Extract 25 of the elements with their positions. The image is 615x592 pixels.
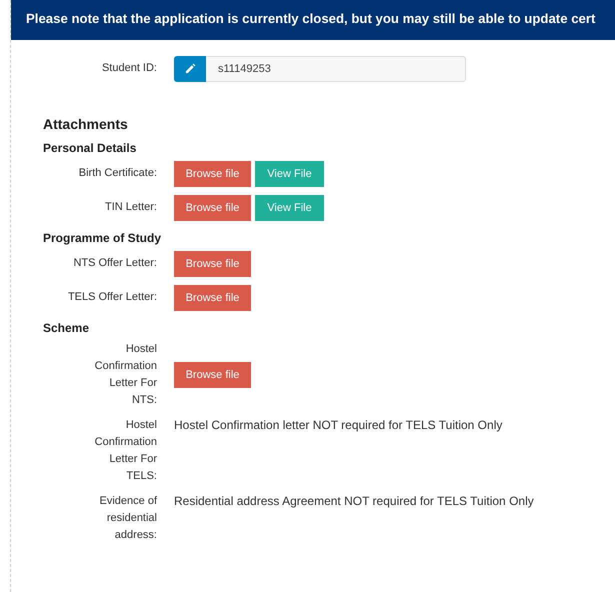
pencil-icon xyxy=(184,63,196,74)
browse-file-button[interactable]: Browse file xyxy=(174,362,251,388)
subsection-heading: Personal Details xyxy=(42,140,138,157)
browse-file-button[interactable]: Browse file xyxy=(174,250,251,277)
note-text: Hostel Confirmation letter NOT required for TELS Tuition Only xyxy=(174,416,502,434)
browse-file-button[interactable]: Browse file xyxy=(174,160,251,187)
student-id-field[interactable]: s11149253 xyxy=(206,56,466,82)
browse-file-button[interactable]: Browse file xyxy=(174,194,251,221)
view-file-button[interactable]: View File xyxy=(255,160,324,187)
field-label: Hostel Confirmation Letter For TELS: xyxy=(94,418,157,484)
section-heading: Attachments xyxy=(42,114,129,134)
field-label: Student ID: xyxy=(100,61,157,76)
edit-button[interactable] xyxy=(174,56,206,82)
notice-banner: Please note that the application is currently closed, but you may still be able to update cert xyxy=(11,0,615,40)
note-text: Residential address Agreement NOT required for TELS Tuition Only xyxy=(174,493,534,510)
field-label: TIN Letter: xyxy=(104,200,157,216)
field-label: NTS Offer Letter: xyxy=(72,256,157,272)
field-label: Evidence of residential address: xyxy=(98,494,157,544)
view-file-button[interactable]: View File xyxy=(255,194,324,221)
browse-file-button[interactable]: Browse file xyxy=(174,284,251,311)
subsection-heading: Scheme xyxy=(42,320,90,337)
subsection-heading: Programme of Study xyxy=(42,230,162,247)
field-label: Hostel Confirmation Letter For NTS: xyxy=(94,342,157,408)
field-label: TELS Offer Letter: xyxy=(66,290,157,306)
field-label: Birth Certificate: xyxy=(78,166,157,182)
